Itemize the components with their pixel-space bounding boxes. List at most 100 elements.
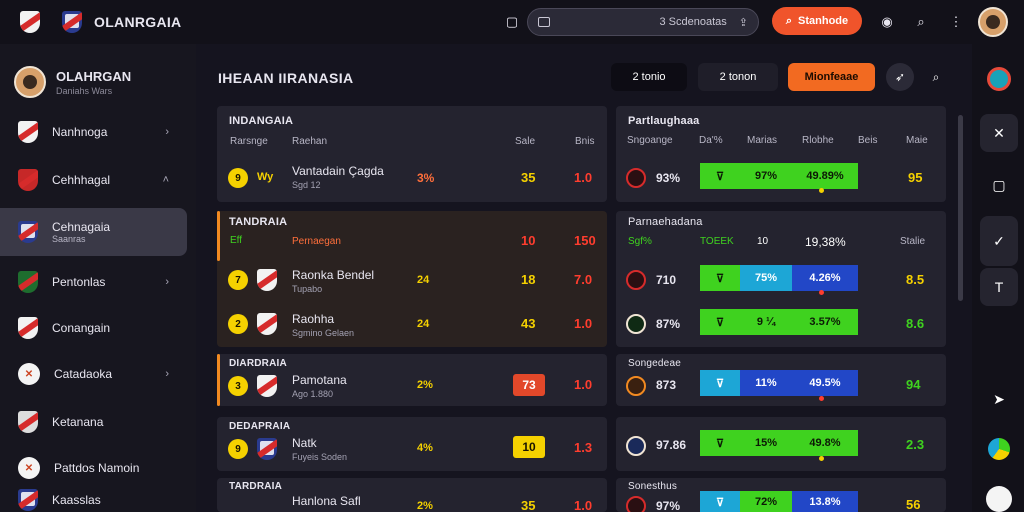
trend-icon: ⊽ bbox=[700, 491, 740, 512]
chart-icon[interactable] bbox=[980, 430, 1018, 468]
table-row[interactable]: Eff Pernaegan 10 150 bbox=[217, 228, 607, 254]
monitor-icon[interactable]: ▢ bbox=[501, 11, 523, 33]
row-value: 8.5 bbox=[906, 272, 925, 287]
row-value-a: 73 bbox=[513, 374, 545, 396]
column-header[interactable]: 10 bbox=[757, 236, 768, 247]
check-icon[interactable]: ✓ bbox=[980, 216, 1018, 266]
row-value: 94 bbox=[906, 377, 921, 392]
column-header[interactable]: Raehan bbox=[292, 136, 327, 147]
column-header[interactable]: Rarsnge bbox=[230, 136, 268, 147]
square-icon[interactable]: ▢ bbox=[980, 166, 1018, 204]
table-row[interactable]: 87% ⊽ 9 ¼ 3.57% 8.6 bbox=[616, 304, 946, 344]
table-row[interactable]: 97% ⊽ 72% 13.8% 56 bbox=[616, 488, 946, 512]
search-icon[interactable]: ⌕ bbox=[922, 63, 950, 91]
more-icon[interactable]: ⋮ bbox=[945, 11, 967, 33]
row-pct: 2% bbox=[417, 379, 433, 391]
search-input[interactable]: 3 Scdenoatas ⇪ bbox=[527, 8, 759, 36]
column-header[interactable]: Maie bbox=[906, 135, 928, 146]
filter-button-1[interactable]: 2 tonio bbox=[611, 63, 687, 91]
row-pct: 710 bbox=[656, 273, 677, 287]
sidebar-item-cehnagaia[interactable]: Cehnagaia Saanras bbox=[0, 208, 187, 256]
team-crest-icon[interactable] bbox=[62, 11, 82, 33]
column-header[interactable]: Beis bbox=[858, 135, 877, 146]
club-logo-icon[interactable] bbox=[20, 11, 40, 33]
column-header[interactable]: Marias bbox=[747, 135, 777, 146]
column-header[interactable]: Bnis bbox=[575, 136, 594, 147]
column-header[interactable]: Sngoange bbox=[627, 135, 673, 146]
sidebar-item-cehhhagal[interactable]: Cehhhagal ˄ bbox=[0, 156, 187, 204]
user-avatar[interactable] bbox=[978, 7, 1008, 37]
row-pct: 24 bbox=[417, 274, 430, 286]
table-row[interactable]: 7 Raonka Bendel Tupabo 24 18 7.0 bbox=[217, 260, 607, 300]
face-icon bbox=[23, 75, 37, 89]
bar-segment-1: 15% bbox=[740, 430, 792, 456]
row-pct: 3% bbox=[417, 171, 435, 185]
notification-icon[interactable]: ◉ bbox=[876, 11, 898, 33]
sidebar-item-conangain[interactable]: Conangain bbox=[0, 304, 187, 352]
sidebar-item-nanhnoga[interactable]: Nanhnoga › bbox=[0, 108, 187, 156]
scrollbar[interactable] bbox=[958, 115, 963, 301]
crest-icon bbox=[257, 438, 277, 460]
text-icon[interactable]: T bbox=[980, 268, 1018, 306]
sidebar-item-kaasslas[interactable]: Kaasslas bbox=[0, 488, 187, 512]
team-logo-icon bbox=[626, 270, 646, 290]
column-header[interactable]: TOEEK bbox=[700, 236, 734, 247]
profile-name: OLAHRGAN bbox=[56, 68, 132, 84]
column-header[interactable]: 19,38% bbox=[805, 235, 846, 249]
right-table-title: Partlaughaaa bbox=[628, 115, 700, 127]
top-bar: OLANRGAIA ▢ 3 Scdenoatas ⇪ ⌕ Stanhode ◉ … bbox=[0, 0, 1024, 44]
sidebar-item-pattdos-namoin[interactable]: ✕ Pattdos Namoin bbox=[0, 444, 187, 492]
crest-icon bbox=[18, 221, 38, 243]
row-pct: 873 bbox=[656, 378, 677, 392]
globe-icon[interactable] bbox=[980, 60, 1018, 98]
row-name: Pamotana bbox=[292, 373, 347, 387]
marker-dot bbox=[819, 396, 824, 401]
send-icon[interactable]: ➤ bbox=[980, 380, 1018, 418]
table-row[interactable]: 97.86 ⊽ 15% 49.8% 2.3 bbox=[616, 424, 946, 464]
sidebar-item-catadaoka[interactable]: ✕ Catadaoka › bbox=[0, 350, 187, 398]
row-value-a: 35 bbox=[521, 498, 536, 512]
sidebar-item-ketanana[interactable]: Ketanana bbox=[0, 398, 187, 446]
column-header[interactable]: Sgf% bbox=[628, 236, 652, 247]
search-icon[interactable]: ⌕ bbox=[910, 11, 932, 33]
bar-segment-1: 11% bbox=[740, 370, 792, 396]
table-row[interactable]: 710 ⊽ 75% 4.26% 8.5 bbox=[616, 260, 946, 300]
share-icon[interactable]: ⇪ bbox=[739, 16, 748, 29]
table-row[interactable]: 3 Pamotana Ago 1.880 2% 73 1.0 bbox=[217, 364, 607, 404]
column-header[interactable]: Da'% bbox=[699, 135, 723, 146]
camera-icon bbox=[538, 17, 550, 27]
row-pct: 93% bbox=[656, 171, 681, 185]
marker-dot bbox=[819, 188, 824, 193]
primary-action-button[interactable]: Mionfeaae bbox=[788, 63, 875, 91]
stanhode-button[interactable]: ⌕ Stanhode bbox=[772, 7, 862, 35]
team-logo-icon bbox=[626, 496, 646, 512]
filter-button-2[interactable]: 2 tonon bbox=[698, 63, 778, 91]
user-icon[interactable] bbox=[980, 480, 1018, 512]
chevron-right-icon: › bbox=[165, 368, 169, 380]
chevron-right-icon: › bbox=[165, 126, 169, 138]
table-row[interactable]: 93% ⊽ 97% 49.89% 95 bbox=[616, 158, 946, 198]
column-header[interactable]: Sale bbox=[515, 136, 535, 147]
row-name: Natk bbox=[292, 436, 317, 450]
row-pct: 4% bbox=[417, 442, 433, 454]
profile[interactable]: OLAHRGAN Daniahs Wars bbox=[14, 66, 131, 98]
row-tag: Eff bbox=[230, 235, 243, 246]
table-row[interactable]: 2 Raohha Sgmino Gelaen 24 43 1.0 bbox=[217, 304, 607, 344]
column-header[interactable]: Rlobhe bbox=[802, 135, 834, 146]
row-value-b: 7.0 bbox=[574, 272, 593, 287]
table-row[interactable]: Hanlona Safl 2% 35 1.0 bbox=[217, 488, 607, 512]
bar-segment-1: 72% bbox=[740, 491, 792, 512]
close-icon[interactable]: ✕ bbox=[980, 114, 1018, 152]
face-icon bbox=[986, 15, 1000, 29]
table-row[interactable]: 873 ⊽ 11% 49.5% 94 bbox=[616, 364, 946, 404]
sidebar-item-pentonlas[interactable]: Pentonlas › bbox=[0, 258, 187, 306]
bar-segment-1: 97% bbox=[740, 163, 792, 189]
rocket-icon[interactable]: ➶ bbox=[886, 63, 914, 91]
team-logo-icon bbox=[626, 436, 646, 456]
table-row[interactable]: 9 Natk Fuyeis Soden 4% 10 1.3 bbox=[217, 427, 607, 467]
table-row[interactable]: 9 Wy Vantadain Çagda Sgd 12 3% 35 1.0 bbox=[217, 158, 607, 198]
rank-badge: 2 bbox=[228, 314, 248, 334]
row-sub: Tupabo bbox=[292, 284, 323, 294]
column-header[interactable]: Stalie bbox=[900, 236, 925, 247]
chevron-right-icon: › bbox=[165, 276, 169, 288]
